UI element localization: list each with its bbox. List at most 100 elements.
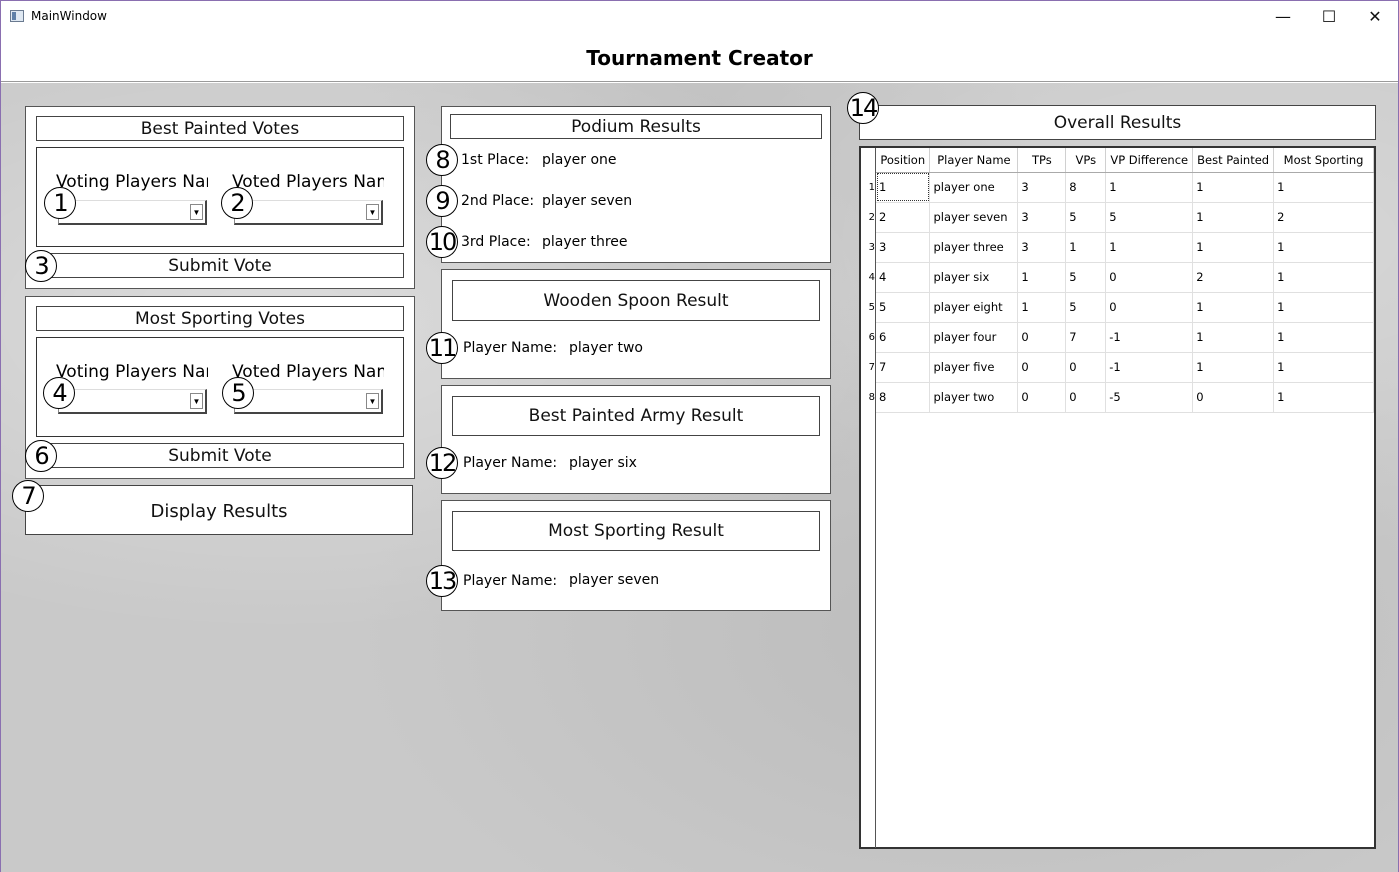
- table-cell[interactable]: -5: [1105, 382, 1194, 413]
- table-cell[interactable]: 0: [1065, 382, 1107, 413]
- table-cell[interactable]: 1: [1273, 232, 1374, 263]
- table-row[interactable]: 1 player one 3 8 1 1 1: [876, 172, 1374, 203]
- table-cell[interactable]: 1: [1273, 172, 1374, 203]
- table-cell[interactable]: 5: [1065, 202, 1107, 233]
- table-cell[interactable]: player three: [929, 232, 1019, 263]
- first-place-value: player one: [542, 152, 617, 168]
- table-cell[interactable]: 1: [1273, 292, 1374, 323]
- table-row[interactable]: 2 player seven 3 5 5 1 2: [876, 202, 1374, 233]
- table-cell[interactable]: player two: [929, 382, 1019, 413]
- table-cell[interactable]: 0: [1065, 352, 1107, 383]
- table-cell[interactable]: 1: [1273, 382, 1374, 413]
- column-header-vps[interactable]: VPs: [1065, 148, 1107, 173]
- table-cell[interactable]: 3: [876, 232, 931, 263]
- table-cell[interactable]: 6: [876, 322, 931, 353]
- table-cell[interactable]: 0: [1105, 262, 1194, 293]
- table-cell[interactable]: 4: [876, 262, 931, 293]
- table-cell[interactable]: 7: [876, 352, 931, 383]
- table-cell[interactable]: 1: [1192, 202, 1275, 233]
- table-cell[interactable]: -1: [1105, 322, 1194, 353]
- table-cell[interactable]: player four: [929, 322, 1019, 353]
- column-header-position[interactable]: Position: [876, 148, 931, 173]
- best-painted-voted-combo[interactable]: ▼: [234, 200, 383, 225]
- row-header: 6: [868, 332, 875, 343]
- table-cell[interactable]: player eight: [929, 292, 1019, 323]
- annotation-marker-12: 12: [426, 447, 458, 479]
- table-row[interactable]: 8 player two 0 0 -5 0 1: [876, 382, 1374, 413]
- table-cell[interactable]: 1: [1192, 172, 1275, 203]
- table-cell[interactable]: 5: [1065, 292, 1107, 323]
- table-cell[interactable]: player five: [929, 352, 1019, 383]
- table-cell[interactable]: 1: [1273, 352, 1374, 383]
- most-sporting-submit-button[interactable]: Submit Vote: [36, 443, 404, 468]
- table-cell[interactable]: 1: [1192, 292, 1275, 323]
- table-row[interactable]: 6 player four 0 7 -1 1 1: [876, 322, 1374, 353]
- table-row[interactable]: 4 player six 1 5 0 2 1: [876, 262, 1374, 293]
- table-cell[interactable]: 0: [1105, 292, 1194, 323]
- table-cell[interactable]: 1: [1017, 292, 1067, 323]
- table-cell[interactable]: 0: [1017, 322, 1067, 353]
- table-cell[interactable]: 8: [1065, 172, 1107, 203]
- table-cell[interactable]: 1: [1105, 232, 1194, 263]
- column-header-most-sporting[interactable]: Most Sporting: [1273, 148, 1374, 173]
- second-place-value: player seven: [542, 193, 633, 209]
- table-cell[interactable]: 3: [1017, 232, 1067, 263]
- table-cell[interactable]: 1: [1105, 172, 1194, 203]
- table-row[interactable]: 3 player three 3 1 1 1 1: [876, 232, 1374, 263]
- table-cell[interactable]: 2: [1273, 202, 1374, 233]
- most-sporting-voting-label: Voting Players Name: [56, 362, 208, 382]
- results-table: Position Player Name TPs VPs VP Differen…: [876, 148, 1374, 413]
- best-painted-submit-button[interactable]: Submit Vote: [36, 253, 404, 278]
- table-cell[interactable]: 2: [876, 202, 931, 233]
- table-cell[interactable]: 3: [1017, 172, 1067, 203]
- title-bar[interactable]: MainWindow — ☐ ✕: [1, 1, 1398, 31]
- table-cell[interactable]: 0: [1017, 382, 1067, 413]
- table-cell[interactable]: 1: [1065, 232, 1107, 263]
- annotation-marker-8: 8: [426, 144, 458, 176]
- table-cell[interactable]: 7: [1065, 322, 1107, 353]
- table-cell[interactable]: 8: [876, 382, 931, 413]
- maximize-button[interactable]: ☐: [1306, 1, 1352, 31]
- column-header-player-name[interactable]: Player Name: [929, 148, 1019, 173]
- table-cell[interactable]: 1: [1192, 352, 1275, 383]
- table-cell[interactable]: player seven: [929, 202, 1019, 233]
- window-app-icon: [10, 10, 24, 22]
- table-cell[interactable]: player one: [929, 172, 1019, 203]
- best-painted-voting-combo[interactable]: ▼: [58, 200, 207, 225]
- close-button[interactable]: ✕: [1352, 1, 1398, 31]
- table-cell[interactable]: 0: [1192, 382, 1275, 413]
- table-row[interactable]: 5 player eight 1 5 0 1 1: [876, 292, 1374, 323]
- table-cell[interactable]: 0: [1017, 352, 1067, 383]
- table-cell[interactable]: 2: [1192, 262, 1275, 293]
- table-cell[interactable]: 3: [1017, 202, 1067, 233]
- minimize-button[interactable]: —: [1260, 1, 1306, 31]
- most-sporting-votes-header: Most Sporting Votes: [36, 306, 404, 331]
- most-sporting-voted-combo[interactable]: ▼: [234, 389, 383, 414]
- table-cell[interactable]: 1: [1192, 232, 1275, 263]
- most-sporting-voted-label: Voted Players Name: [232, 362, 384, 382]
- column-header-vp-difference[interactable]: VP Difference: [1105, 148, 1194, 173]
- table-cell[interactable]: 5: [1065, 262, 1107, 293]
- table-cell[interactable]: player six: [929, 262, 1019, 293]
- best-painted-army-label: Player Name:: [463, 455, 558, 471]
- most-sporting-voting-combo[interactable]: ▼: [58, 389, 207, 414]
- row-header: 5: [868, 302, 875, 313]
- table-cell[interactable]: 1: [1017, 262, 1067, 293]
- table-cell[interactable]: 1: [876, 172, 931, 203]
- annotation-marker-5: 5: [222, 377, 254, 409]
- table-cell[interactable]: 1: [1273, 322, 1374, 353]
- overall-results-grid[interactable]: 1 2 3 4 5 6 7 8 Position Player Name TPs…: [859, 146, 1376, 849]
- table-cell[interactable]: 1: [1192, 322, 1275, 353]
- window-title: MainWindow: [31, 9, 107, 23]
- display-results-button[interactable]: Display Results: [25, 485, 413, 535]
- chevron-down-icon: ▼: [366, 393, 379, 409]
- table-cell[interactable]: 5: [1105, 202, 1194, 233]
- best-painted-voted-label: Voted Players Name: [232, 172, 384, 192]
- column-header-best-painted[interactable]: Best Painted: [1192, 148, 1275, 173]
- chevron-down-icon: ▼: [190, 204, 203, 220]
- table-row[interactable]: 7 player five 0 0 -1 1 1: [876, 352, 1374, 383]
- table-cell[interactable]: -1: [1105, 352, 1194, 383]
- table-cell[interactable]: 5: [876, 292, 931, 323]
- column-header-tps[interactable]: TPs: [1017, 148, 1067, 173]
- table-cell[interactable]: 1: [1273, 262, 1374, 293]
